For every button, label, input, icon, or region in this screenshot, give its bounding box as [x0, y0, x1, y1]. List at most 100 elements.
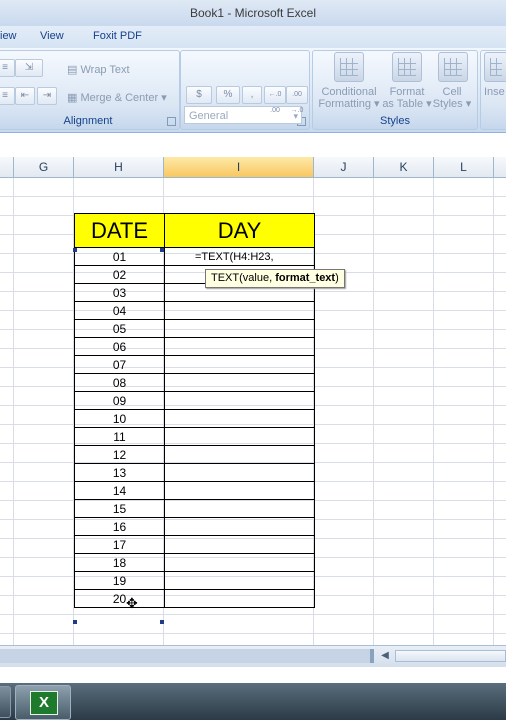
table-row: 06: [74, 337, 315, 356]
day-cell[interactable]: [164, 463, 315, 482]
horizontal-scrollbar[interactable]: ◀: [0, 645, 506, 668]
day-cell[interactable]: [164, 301, 315, 320]
conditional-formatting-icon[interactable]: [334, 52, 364, 82]
date-cell[interactable]: 08: [74, 373, 165, 392]
column-header-k[interactable]: K: [374, 157, 434, 177]
tab-split-handle[interactable]: [370, 649, 374, 663]
formula-edit-cell[interactable]: =TEXT(H4:H23,: [164, 247, 315, 266]
date-cell[interactable]: 01: [74, 247, 165, 266]
align-left-icon[interactable]: ≡: [0, 87, 15, 105]
cell-styles-icon[interactable]: [438, 52, 468, 82]
day-cell[interactable]: [164, 553, 315, 572]
day-header-cell[interactable]: DAY: [164, 213, 315, 248]
tab-review[interactable]: iew: [0, 30, 17, 42]
dialog-launcher-icon[interactable]: [167, 117, 176, 126]
status-area: [0, 667, 506, 683]
table-row: 04: [74, 301, 315, 320]
selection-handle[interactable]: [160, 620, 164, 624]
day-cell[interactable]: [164, 337, 315, 356]
date-cell[interactable]: 07: [74, 355, 165, 374]
column-header-partial[interactable]: [0, 157, 14, 177]
cell-styles-button[interactable]: Cell Styles ▾: [430, 86, 474, 110]
day-cell[interactable]: [164, 409, 315, 428]
day-cell[interactable]: [164, 535, 315, 554]
date-cell[interactable]: 17: [74, 535, 165, 554]
table-row: 05: [74, 319, 315, 338]
alignment-group-label: Alignment: [63, 115, 113, 127]
date-cell[interactable]: 02: [74, 265, 165, 284]
date-cell[interactable]: 16: [74, 517, 165, 536]
day-cell[interactable]: [164, 445, 315, 464]
scroll-track[interactable]: [395, 650, 506, 662]
date-cell[interactable]: 04: [74, 301, 165, 320]
day-cell[interactable]: [164, 571, 315, 590]
day-cell[interactable]: [164, 589, 315, 608]
date-cell[interactable]: 15: [74, 499, 165, 518]
day-cell[interactable]: [164, 391, 315, 410]
wrap-text-icon: ▤: [67, 64, 78, 76]
column-header-j[interactable]: J: [314, 157, 374, 177]
function-argument-tooltip[interactable]: TEXT(value, format_text): [205, 269, 345, 288]
date-cell[interactable]: 12: [74, 445, 165, 464]
increase-indent-icon[interactable]: ⇥: [37, 87, 57, 105]
alignment-group: ≡ ⇲ ≡ ⇤ ⇥ ▤ Wrap Text ▦ Merge & Center ▾…: [0, 50, 180, 130]
date-cell[interactable]: 14: [74, 481, 165, 500]
number-format-select[interactable]: General ▾: [184, 106, 302, 124]
column-header-i[interactable]: I: [164, 157, 314, 177]
table-header-row: DATE DAY: [74, 213, 315, 248]
day-cell[interactable]: [164, 499, 315, 518]
currency-button[interactable]: $: [186, 86, 212, 104]
date-cell[interactable]: 09: [74, 391, 165, 410]
taskbar-excel-button[interactable]: X: [15, 685, 71, 720]
date-cell[interactable]: 20: [74, 589, 165, 608]
date-cell[interactable]: 11: [74, 427, 165, 446]
merge-center-icon: ▦: [67, 92, 78, 104]
styles-group-label: Styles: [380, 115, 410, 127]
wrap-text-button[interactable]: ▤ Wrap Text: [67, 63, 130, 76]
selection-handle[interactable]: [160, 248, 164, 252]
day-cell[interactable]: [164, 319, 315, 338]
date-cell[interactable]: 03: [74, 283, 165, 302]
taskbar-button-partial[interactable]: [0, 686, 11, 718]
chevron-down-icon: ▾: [161, 92, 167, 104]
column-header-g[interactable]: G: [14, 157, 74, 177]
date-cell[interactable]: 13: [74, 463, 165, 482]
format-as-table-button[interactable]: Format as Table ▾: [380, 86, 434, 110]
tab-view[interactable]: View: [40, 30, 64, 42]
window-title: Book1 - Microsoft Excel: [189, 6, 317, 20]
date-cell[interactable]: 18: [74, 553, 165, 572]
day-cell[interactable]: [164, 355, 315, 374]
selection-handle[interactable]: [73, 620, 77, 624]
decrease-indent-icon[interactable]: ⇤: [15, 87, 35, 105]
formula-bar-area: [0, 133, 506, 157]
day-cell[interactable]: [164, 373, 315, 392]
day-cell[interactable]: [164, 517, 315, 536]
column-header-h[interactable]: H: [74, 157, 164, 177]
increase-decimal-button[interactable]: ←.0 .00: [264, 86, 286, 114]
format-as-table-icon[interactable]: [392, 52, 422, 82]
date-cell[interactable]: 19: [74, 571, 165, 590]
table-row: 11: [74, 427, 315, 446]
table-row: 12: [74, 445, 315, 464]
align-justify-icon[interactable]: ≡: [0, 59, 15, 77]
insert-cells-icon[interactable]: [484, 52, 506, 82]
date-cell[interactable]: 05: [74, 319, 165, 338]
column-header-l[interactable]: L: [434, 157, 494, 177]
decrease-decimal-button[interactable]: .00 →.0: [286, 86, 308, 114]
date-header-cell[interactable]: DATE: [74, 213, 165, 248]
selection-handle[interactable]: [73, 248, 77, 252]
excel-icon: X: [30, 691, 58, 715]
percent-button[interactable]: %: [216, 86, 240, 104]
insert-button[interactable]: Inse: [484, 86, 506, 98]
day-cell[interactable]: [164, 427, 315, 446]
day-cell[interactable]: [164, 481, 315, 500]
orientation-icon[interactable]: ⇲: [15, 59, 43, 77]
date-cell[interactable]: 06: [74, 337, 165, 356]
merge-center-button[interactable]: ▦ Merge & Center ▾: [67, 91, 167, 104]
conditional-formatting-button[interactable]: Conditional Formatting ▾: [316, 86, 382, 110]
tab-foxit-pdf[interactable]: Foxit PDF: [93, 30, 142, 42]
scroll-left-icon[interactable]: ◀: [378, 649, 392, 663]
date-cell[interactable]: 10: [74, 409, 165, 428]
comma-button[interactable]: ,: [242, 86, 262, 104]
table-row: 09: [74, 391, 315, 410]
